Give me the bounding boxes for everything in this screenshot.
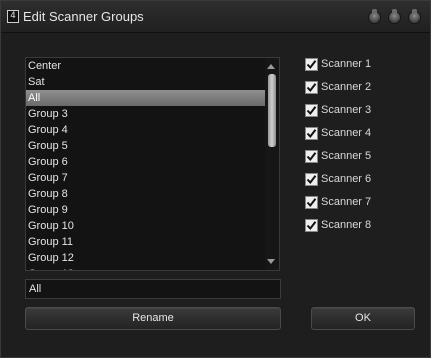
checkbox[interactable]: [305, 196, 318, 209]
groups-list: Center Sat All Group 3 Group 4 Group 5 Group 6…: [26, 58, 266, 270]
list-item[interactable]: Group 7: [26, 170, 266, 186]
checkbox[interactable]: [305, 58, 318, 71]
scanner-label: Scanner 5: [321, 150, 372, 162]
list-item[interactable]: Group 9: [26, 202, 266, 218]
checkmark-icon: [306, 175, 317, 185]
checkbox[interactable]: [305, 150, 318, 163]
checkmark-icon: [306, 83, 317, 93]
minimize-button[interactable]: [369, 9, 380, 23]
close-button[interactable]: [409, 9, 420, 23]
checkbox[interactable]: [305, 81, 318, 94]
checkmark-icon: [306, 106, 317, 116]
list-item[interactable]: Group 6: [26, 154, 266, 170]
rename-button[interactable]: Rename: [25, 307, 281, 330]
scanner-label: Scanner 3: [321, 104, 372, 116]
checkmark-icon: [306, 221, 317, 231]
list-item[interactable]: Group 13: [26, 266, 266, 270]
scroll-thumb[interactable]: [268, 74, 276, 147]
scanner-label: Scanner 6: [321, 173, 372, 185]
ok-button[interactable]: OK: [311, 307, 415, 330]
edit-scanner-groups-dialog: 4 Edit Scanner Groups Center Sat All Group …: [0, 0, 431, 358]
vertical-scrollbar[interactable]: [265, 58, 279, 270]
list-item[interactable]: Center: [26, 58, 266, 74]
checkmark-icon: [306, 60, 317, 70]
list-item[interactable]: Group 8: [26, 186, 266, 202]
scroll-down-arrow-icon[interactable]: [267, 259, 275, 264]
title-bar[interactable]: 4 Edit Scanner Groups: [1, 1, 430, 33]
groups-listbox[interactable]: Center Sat All Group 3 Group 4 Group 5 Group 6…: [25, 57, 280, 271]
checkmark-icon: [306, 129, 317, 139]
checkbox[interactable]: [305, 173, 318, 186]
list-item[interactable]: Group 5: [26, 138, 266, 154]
list-item[interactable]: Sat: [26, 74, 266, 90]
checkmark-icon: [306, 152, 317, 162]
scroll-up-arrow-icon[interactable]: [267, 64, 275, 69]
list-item[interactable]: Group 11: [26, 234, 266, 250]
scanner-label: Scanner 2: [321, 81, 372, 93]
checkbox[interactable]: [305, 104, 318, 117]
scanner-label: Scanner 4: [321, 127, 372, 139]
checkbox[interactable]: [305, 127, 318, 140]
scanner-label: Scanner 8: [321, 219, 372, 231]
list-item[interactable]: Group 3: [26, 106, 266, 122]
list-item[interactable]: All: [26, 90, 266, 106]
app-icon: 4: [7, 10, 19, 23]
window-title: Edit Scanner Groups: [23, 9, 144, 24]
maximize-button[interactable]: [389, 9, 400, 23]
scanner-label: Scanner 1: [321, 58, 372, 70]
list-item[interactable]: Group 10: [26, 218, 266, 234]
group-name-input[interactable]: [25, 279, 281, 299]
scanner-label: Scanner 7: [321, 196, 372, 208]
checkmark-icon: [306, 198, 317, 208]
checkbox[interactable]: [305, 219, 318, 232]
list-item[interactable]: Group 12: [26, 250, 266, 266]
list-item[interactable]: Group 4: [26, 122, 266, 138]
